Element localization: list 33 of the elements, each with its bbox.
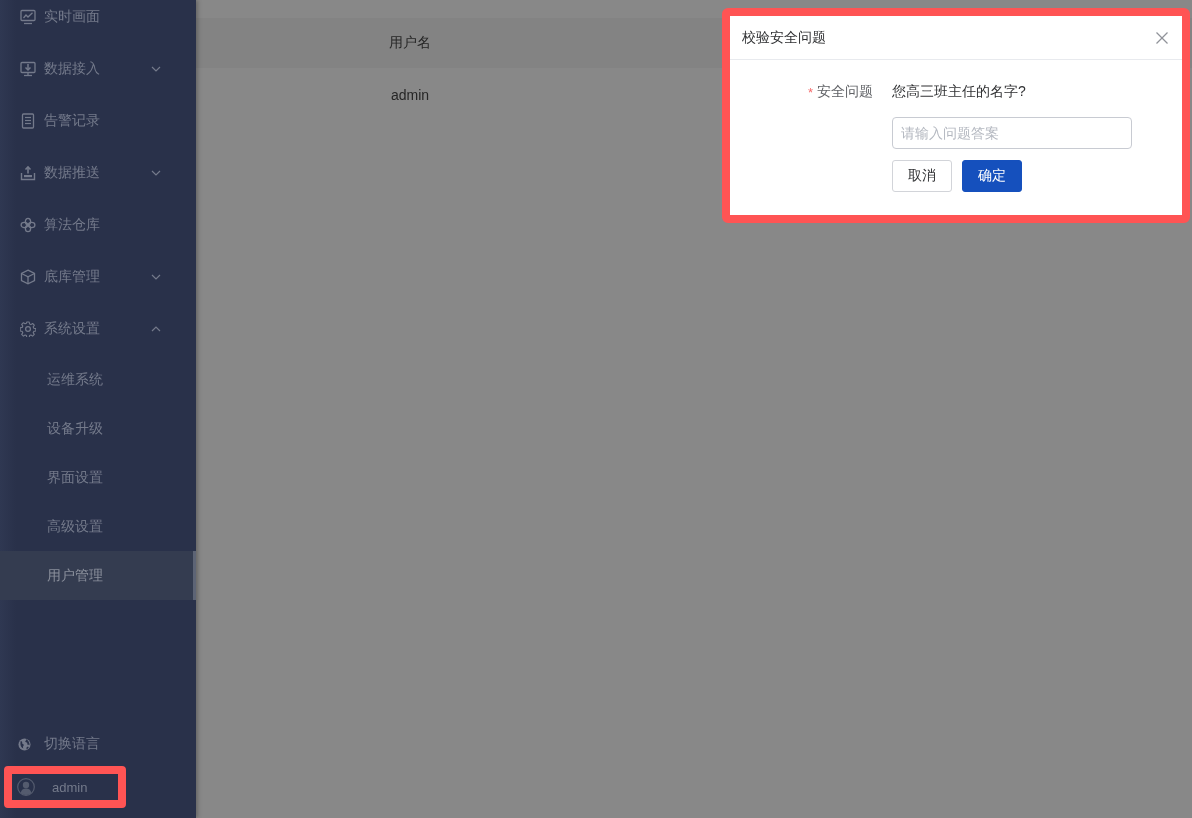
table-cell-text: admin: [389, 87, 431, 103]
settings-icon: [20, 321, 36, 337]
submenu-item[interactable]: 运维系统: [0, 355, 196, 404]
field-label: 安全问题: [817, 83, 873, 101]
menu-item[interactable]: 告警记录: [0, 95, 196, 147]
submenu-item[interactable]: 用户管理: [0, 551, 196, 600]
submenu-item[interactable]: 界面设置: [0, 453, 196, 502]
menu-item[interactable]: 算法仓库: [0, 199, 196, 251]
cube-icon: [20, 269, 36, 285]
menu-item[interactable]: 数据接入: [0, 43, 196, 95]
menu-item[interactable]: 实时画面: [0, 0, 196, 43]
upload-tray-icon: [20, 165, 36, 181]
flower-icon: [20, 217, 36, 233]
user-avatar-icon: [17, 778, 35, 796]
column-header: 用户名: [388, 34, 432, 52]
document-icon: [20, 113, 36, 129]
submenu-item[interactable]: 高级设置: [0, 502, 196, 551]
close-icon[interactable]: [1156, 31, 1168, 44]
user-menu[interactable]: admin: [12, 774, 118, 800]
submenu-item[interactable]: 设备升级: [0, 404, 196, 453]
menu-item[interactable]: 数据推送: [0, 147, 196, 199]
dialog-title: 校验安全问题: [742, 28, 826, 47]
menu-item[interactable]: 系统设置: [0, 303, 196, 355]
question-text: 您高三班主任的名字?: [892, 83, 1026, 101]
cancel-button[interactable]: 取消: [892, 160, 952, 192]
monitor-download-icon: [20, 61, 36, 77]
language-switch[interactable]: 切换语言: [0, 722, 196, 766]
confirm-button[interactable]: 确定: [962, 160, 1022, 192]
line-chart-monitor-icon: [20, 9, 36, 25]
answer-input[interactable]: 请输入问题答案: [892, 117, 1132, 149]
globe-icon: [18, 737, 31, 751]
required-mark: *: [807, 84, 813, 100]
menu-item[interactable]: 底库管理: [0, 251, 196, 303]
